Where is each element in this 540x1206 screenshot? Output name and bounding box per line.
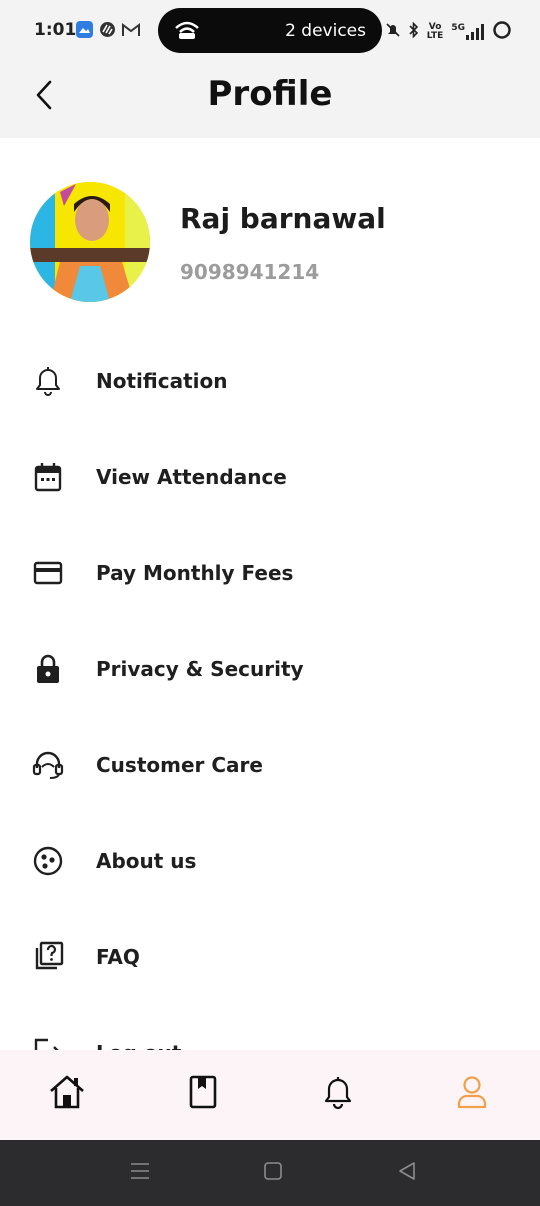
menu-item-label: FAQ	[96, 945, 140, 969]
menu-item-label: Pay Monthly Fees	[96, 561, 294, 585]
home-icon	[48, 1074, 86, 1114]
faq-icon	[30, 939, 66, 975]
app-header: Profile	[0, 60, 540, 138]
menu-item-label: About us	[96, 849, 197, 873]
status-app-icons	[76, 21, 140, 42]
status-bar: 1:01 2 devices Vo LTE 5G	[0, 0, 540, 60]
sync-app-icon	[99, 21, 116, 42]
nav-home[interactable]	[41, 1068, 93, 1120]
lock-icon	[30, 651, 66, 687]
menu-item-label: Log out	[96, 1041, 181, 1050]
hotspot-pill[interactable]: 2 devices	[158, 8, 382, 53]
menu-item-label: Customer Care	[96, 753, 263, 777]
menu-item-about-us[interactable]: About us	[0, 813, 540, 909]
home-button[interactable]	[260, 1160, 286, 1186]
system-nav-bar	[0, 1140, 540, 1206]
status-indicators: Vo LTE 5G	[385, 20, 512, 44]
book-icon	[189, 1075, 217, 1113]
recent-apps-button[interactable]	[127, 1160, 153, 1186]
signal-icon: 5G	[451, 24, 484, 40]
battery-ring-icon	[492, 20, 512, 44]
headset-icon	[30, 747, 66, 783]
menu-item-pay-monthly-fees[interactable]: Pay Monthly Fees	[0, 525, 540, 621]
menu-item-customer-care[interactable]: Customer Care	[0, 717, 540, 813]
profile-phone: 9098941214	[180, 260, 320, 284]
menu-item-label: Privacy & Security	[96, 657, 304, 681]
profile-name: Raj barnawal	[180, 202, 386, 235]
volte-icon: Vo LTE	[426, 22, 444, 41]
menu-item-label: View Attendance	[96, 465, 287, 489]
bell-icon	[322, 1075, 354, 1113]
logout-icon	[30, 1035, 66, 1050]
hotspot-icon	[174, 20, 200, 44]
profile-card: Raj barnawal 9098941214	[30, 182, 510, 304]
credit-card-icon	[30, 555, 66, 591]
profile-icon	[456, 1075, 488, 1113]
mute-bell-icon	[385, 22, 401, 42]
nav-profile[interactable]	[446, 1068, 498, 1120]
menu-item-privacy-security[interactable]: Privacy & Security	[0, 621, 540, 717]
bottom-nav	[0, 1050, 540, 1140]
menu-item-view-attendance[interactable]: View Attendance	[0, 429, 540, 525]
page-title: Profile	[207, 74, 333, 114]
back-nav-button[interactable]	[394, 1160, 420, 1186]
calendar-icon	[30, 459, 66, 495]
gmail-icon	[122, 22, 140, 41]
gallery-app-icon	[76, 21, 93, 42]
menu-lines-icon	[129, 1161, 151, 1185]
menu-item-notification[interactable]: Notification	[0, 333, 540, 429]
menu-item-log-out[interactable]: Log out	[0, 1005, 540, 1050]
menu-item-faq[interactable]: FAQ	[0, 909, 540, 1005]
profile-menu: Notification View Attendance Pay Monthly…	[0, 333, 540, 1050]
triangle-back-icon	[397, 1161, 417, 1185]
status-time: 1:01	[34, 20, 77, 40]
avatar[interactable]	[30, 182, 150, 302]
info-circle-icon	[30, 843, 66, 879]
bluetooth-icon	[409, 21, 419, 42]
square-icon	[263, 1161, 283, 1185]
nav-notifications[interactable]	[312, 1068, 364, 1120]
devices-count: 2 devices	[285, 21, 366, 41]
bell-icon	[30, 363, 66, 399]
nav-courses[interactable]	[177, 1068, 229, 1120]
menu-item-label: Notification	[96, 369, 228, 393]
